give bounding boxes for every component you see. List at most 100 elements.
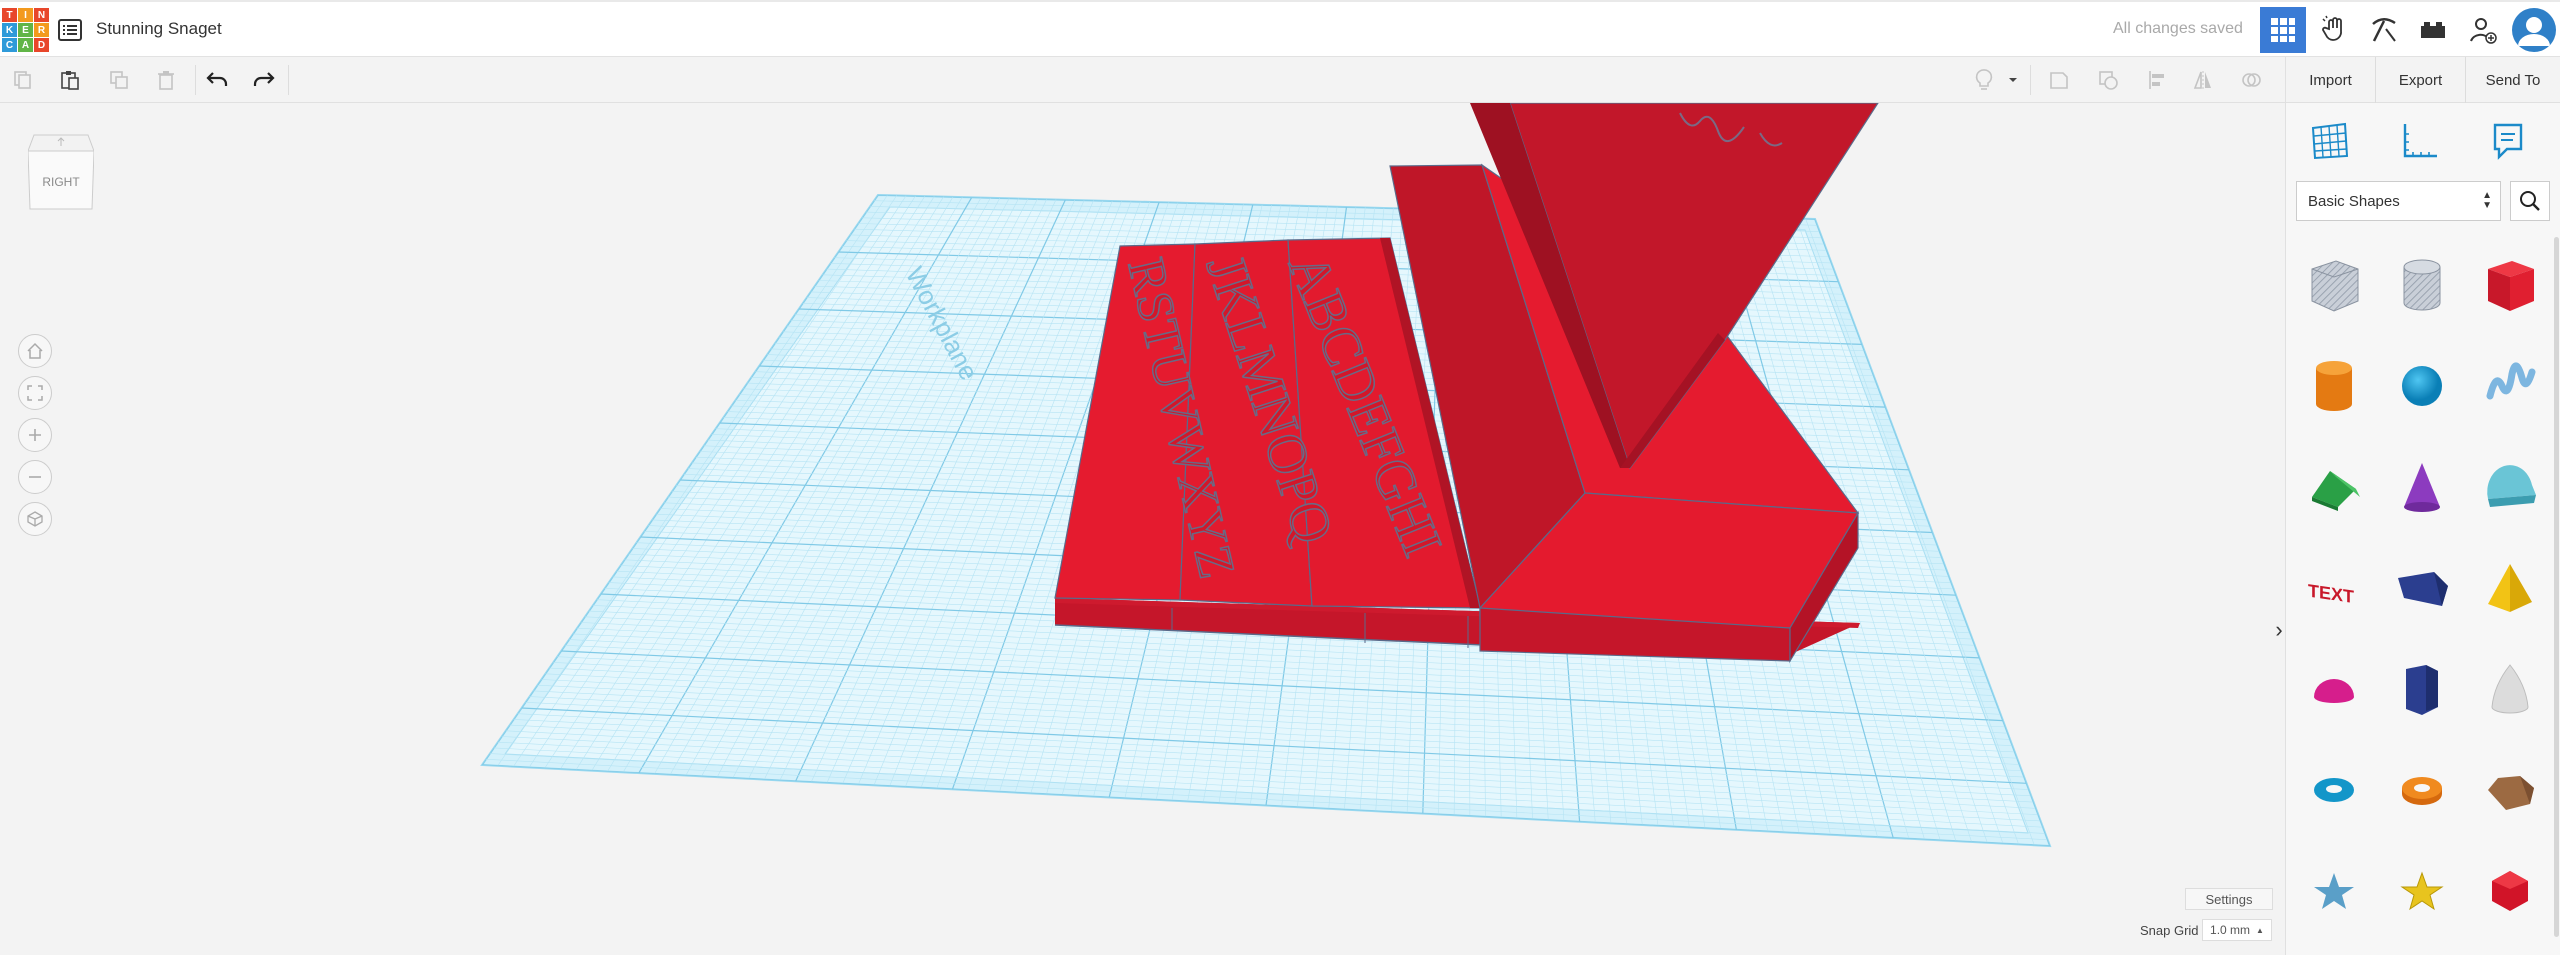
top-bar: T I N K E R C A D Stunning Snaget All ch…: [0, 0, 2560, 57]
top-line: [0, 0, 2560, 2]
invite-user-button[interactable]: [2460, 7, 2506, 53]
redo-button[interactable]: [249, 65, 279, 95]
user-avatar-icon: [2513, 9, 2555, 51]
bricks-mode-button[interactable]: [2410, 7, 2456, 53]
red-model[interactable]: ABCDEFGHI JKLMNOPQ RSTUVWXYZ: [1054, 103, 1879, 664]
3d-design-view-button[interactable]: [2260, 7, 2306, 53]
grid-view-icon: [2271, 18, 2295, 42]
sphere-shape[interactable]: [2380, 338, 2464, 434]
icosahedron-shape[interactable]: [2468, 742, 2552, 838]
paste-icon: [61, 71, 79, 90]
3d-viewport[interactable]: Workplane ABCDEFGHI JKLMNOPQ RSTUVWXYZ R…: [0, 103, 2285, 955]
cone-shape[interactable]: [2380, 439, 2464, 535]
home-icon: [27, 342, 43, 359]
list-icon: [58, 19, 82, 41]
workplane-scene[interactable]: Workplane ABCDEFGHI JKLMNOPQ RSTUVWXYZ: [0, 103, 2285, 955]
bricks-view-button[interactable]: [2361, 7, 2407, 53]
fit-view-button[interactable]: [18, 376, 52, 410]
avatar[interactable]: [2512, 8, 2556, 52]
pyramid-shape[interactable]: [2468, 540, 2552, 636]
export-button[interactable]: Export: [2376, 57, 2466, 103]
design-list-button[interactable]: [56, 17, 84, 43]
zoom-out-button[interactable]: [18, 460, 52, 494]
polygon-icon: [2406, 665, 2438, 715]
star-shape[interactable]: [2292, 843, 2376, 939]
polygon-shape[interactable]: [2380, 641, 2464, 737]
text-shape[interactable]: TEXT: [2292, 540, 2376, 636]
star-gold-shape[interactable]: [2380, 843, 2464, 939]
duplicate-button[interactable]: [104, 65, 134, 95]
roof-icon: [2312, 471, 2360, 511]
boulder-icon: [2488, 776, 2534, 810]
settings-button[interactable]: Settings: [2185, 888, 2273, 910]
logo-letter: C: [2, 38, 17, 52]
logo-letter: T: [2, 8, 17, 22]
zoom-in-button[interactable]: [18, 418, 52, 452]
snap-grid-label: Snap Grid: [2140, 923, 2199, 938]
sim-lab-button[interactable]: [2312, 7, 2358, 53]
light-dropdown-button[interactable]: [2005, 65, 2021, 95]
cylinder-icon: [2316, 361, 2352, 411]
ruler-tab[interactable]: [2388, 113, 2452, 169]
box-icon: [2488, 261, 2534, 311]
cylinder-hole-shape[interactable]: [2380, 237, 2464, 333]
design-title[interactable]: Stunning Snaget: [96, 19, 222, 39]
paraboloid-shape[interactable]: [2468, 641, 2552, 737]
show-light-button[interactable]: [1969, 65, 1999, 95]
tinkercad-logo[interactable]: T I N K E R C A D: [0, 8, 49, 54]
roof-shape[interactable]: [2292, 439, 2376, 535]
fit-icon: [27, 385, 43, 401]
shape-library-select[interactable]: Basic Shapes ▲ ▼: [2296, 181, 2501, 221]
round-roof-shape[interactable]: [2468, 439, 2552, 535]
hand-icon: [2322, 15, 2342, 41]
star-gold-icon: [2400, 871, 2444, 911]
toolbar-divider: [2030, 65, 2031, 95]
shape-search-button[interactable]: [2510, 181, 2550, 221]
gem-shape[interactable]: [2468, 843, 2552, 939]
note-icon: [2050, 72, 2068, 89]
logo-letter: I: [18, 8, 33, 22]
minus-icon: [29, 476, 41, 478]
home-view-button[interactable]: [18, 334, 52, 368]
scribble-shape[interactable]: [2468, 338, 2552, 434]
mirror-button[interactable]: [2188, 65, 2218, 95]
import-button[interactable]: Import: [2286, 57, 2376, 103]
toolbar-divider: [195, 65, 196, 95]
caret-up-icon: ▲: [2256, 925, 2264, 935]
group-button[interactable]: [2236, 65, 2266, 95]
cylinder-shape[interactable]: [2292, 338, 2376, 434]
viewcube-face-label: RIGHT: [42, 175, 80, 189]
logo-letter: R: [34, 23, 49, 37]
brick-icon: [2421, 22, 2445, 38]
notes-tab[interactable]: [2476, 113, 2540, 169]
cylinder-hole-icon: [2403, 259, 2441, 311]
perspective-button[interactable]: [18, 502, 52, 536]
send-to-button[interactable]: Send To: [2466, 57, 2560, 103]
sphere-icon: [2402, 366, 2442, 406]
half-sphere-shape[interactable]: [2292, 641, 2376, 737]
redo-icon: [253, 72, 275, 86]
wedge-shape[interactable]: [2380, 540, 2464, 636]
grid-icon: [2311, 122, 2349, 160]
paste-button[interactable]: [55, 65, 85, 95]
logo-letter: D: [34, 38, 49, 52]
hole-button[interactable]: [2093, 65, 2123, 95]
snap-grid-select[interactable]: 1.0 mm ▲: [2202, 919, 2272, 941]
tube-icon: [2402, 777, 2442, 805]
delete-button[interactable]: [151, 65, 181, 95]
box-hole-shape[interactable]: [2292, 237, 2376, 333]
box-shape[interactable]: [2468, 237, 2552, 333]
ruler-icon: [2403, 124, 2437, 158]
tube-shape[interactable]: [2380, 742, 2464, 838]
pickaxe-icon: [2372, 18, 2396, 42]
viewcube[interactable]: RIGHT: [27, 131, 95, 211]
collapse-panel-button[interactable]: ›: [2272, 613, 2285, 647]
panel-scrollbar[interactable]: [2554, 237, 2559, 937]
align-button[interactable]: [2142, 65, 2172, 95]
undo-button[interactable]: [202, 65, 232, 95]
copy-button[interactable]: [8, 65, 38, 95]
workplane-tab[interactable]: [2298, 113, 2362, 169]
paraboloid-icon: [2491, 664, 2529, 714]
note-button[interactable]: [2044, 65, 2074, 95]
torus-shape[interactable]: [2292, 742, 2376, 838]
